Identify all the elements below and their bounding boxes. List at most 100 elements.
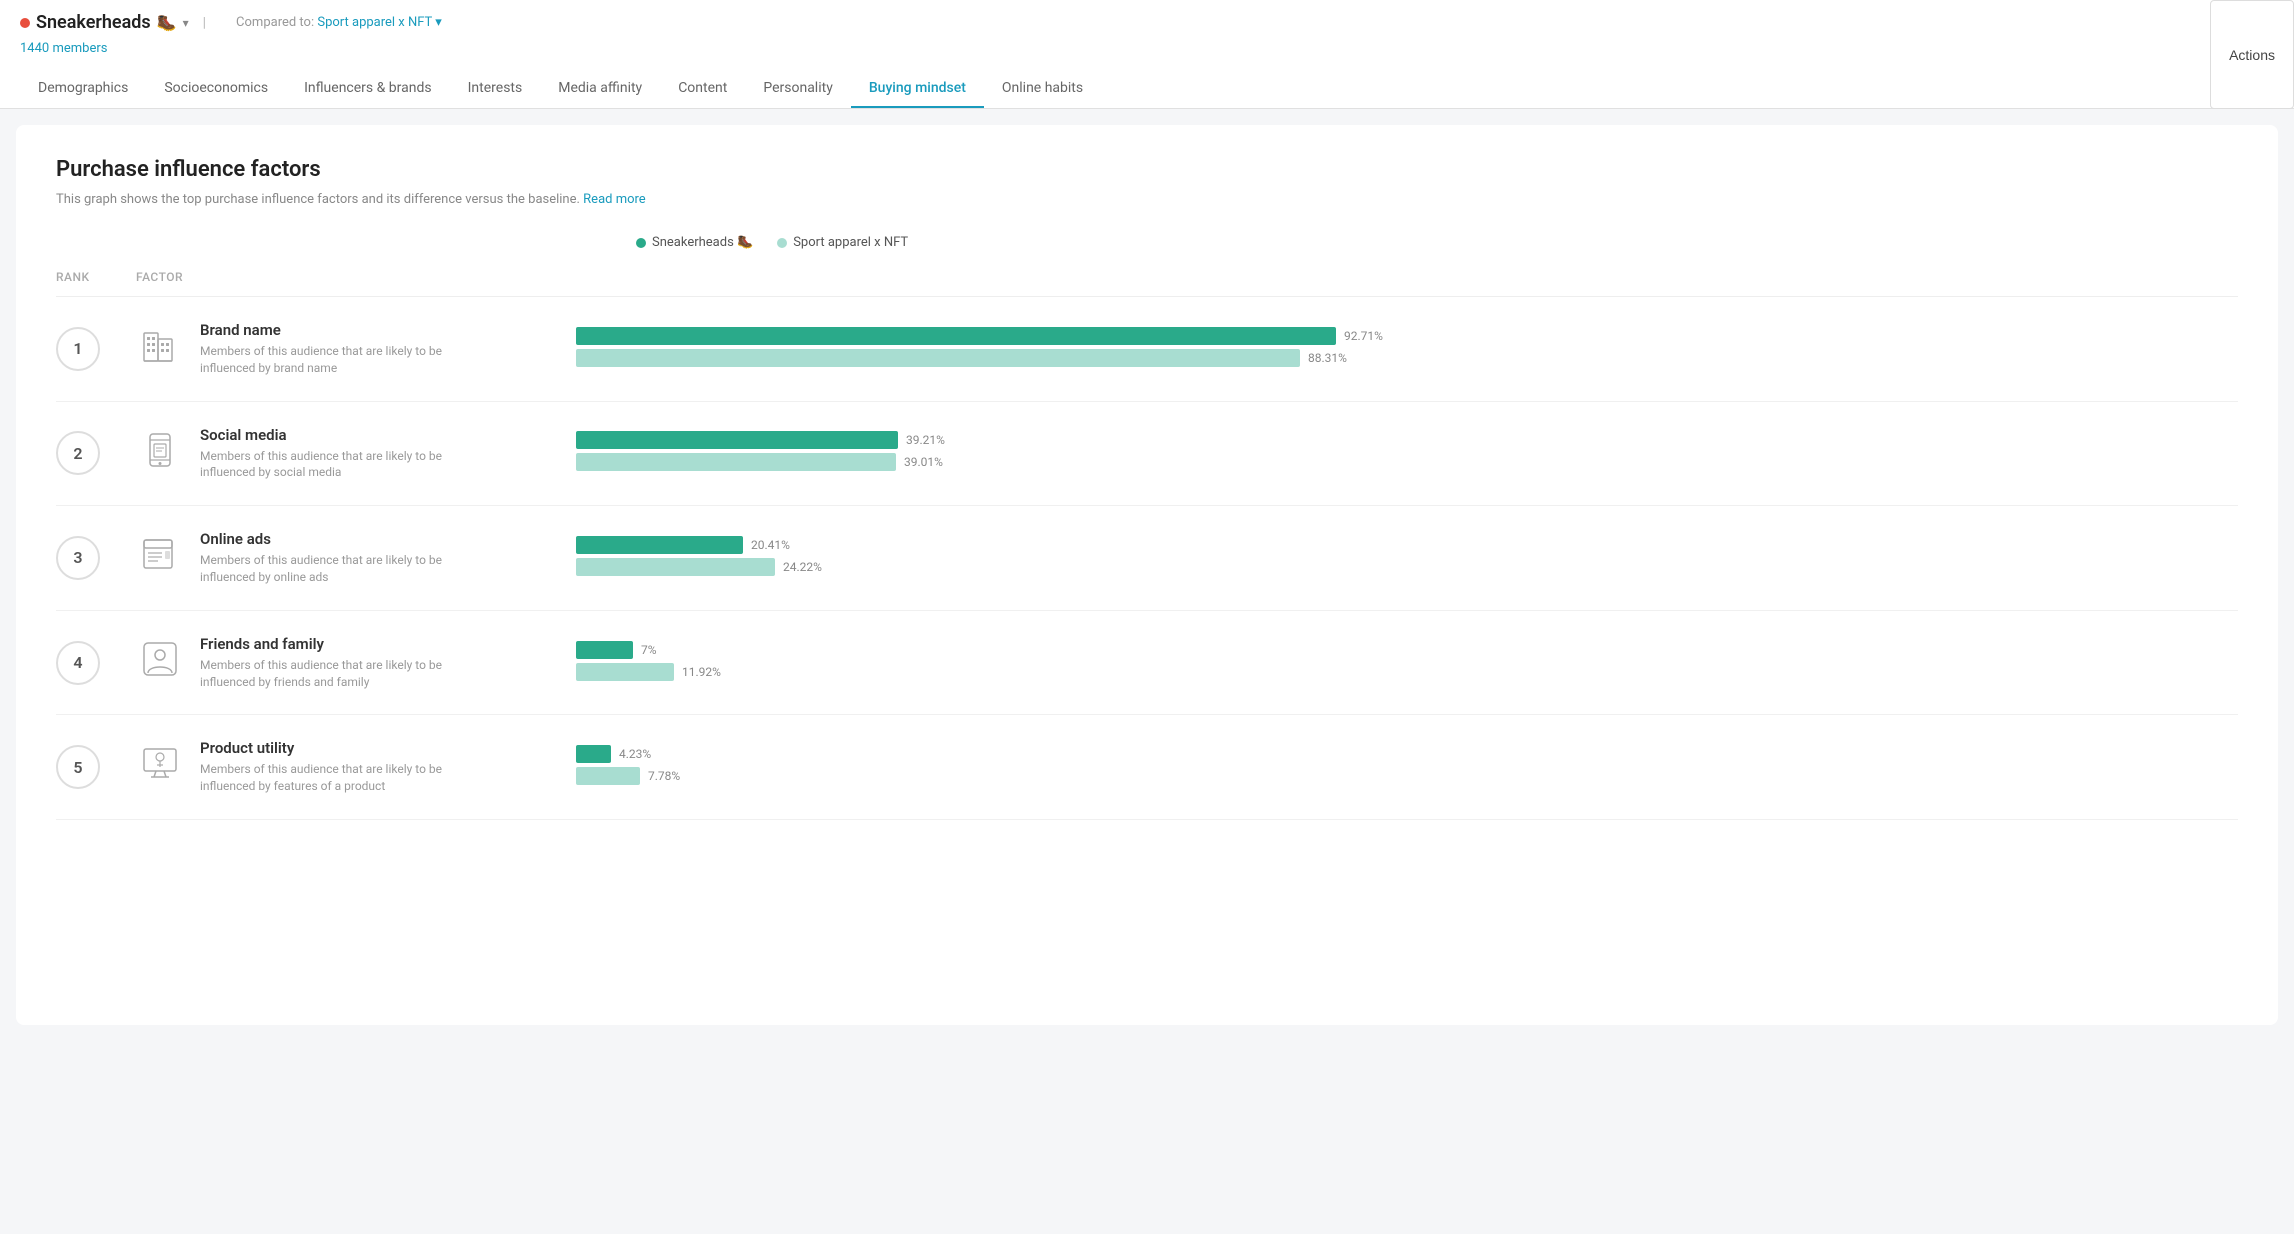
factor-row-2: 2 Social media Members of this audience … xyxy=(56,402,2238,507)
section-title: Purchase influence factors xyxy=(56,157,2238,182)
bars-area-5: 4.23% 7.78% xyxy=(556,745,2238,789)
factor-description-3: Members of this audience that are likely… xyxy=(200,552,500,586)
factor-row-1: 1 Brand name Members of this audience th… xyxy=(56,297,2238,402)
tab-content[interactable]: Content xyxy=(660,70,745,108)
rank-col-header: Rank xyxy=(56,270,136,284)
primary-bar-4 xyxy=(576,641,633,659)
bars-area-3: 20.41% 24.22% xyxy=(556,536,2238,580)
primary-bar-5 xyxy=(576,745,611,763)
factor-name-1: Brand name xyxy=(200,321,500,339)
primary-bar-1 xyxy=(576,327,1336,345)
factors-list: 1 Brand name Members of this audience th… xyxy=(56,297,2238,820)
secondary-bar-3 xyxy=(576,558,775,576)
tab-personality[interactable]: Personality xyxy=(745,70,850,108)
bars-area-1: 92.71% 88.31% xyxy=(556,327,2238,371)
audience-icon: 🥾 xyxy=(157,13,177,32)
factor-icon-4 xyxy=(136,635,184,683)
primary-bar-label-1: 92.71% xyxy=(1344,329,1383,343)
factor-text-1: Brand name Members of this audience that… xyxy=(200,321,500,377)
main-content: Purchase influence factors This graph sh… xyxy=(16,125,2278,1025)
factor-name-4: Friends and family xyxy=(200,635,500,653)
factor-info-4: Friends and family Members of this audie… xyxy=(136,635,556,691)
tab-influencers[interactable]: Influencers & brands xyxy=(286,70,450,108)
secondary-bar-row-1: 88.31% xyxy=(576,349,2238,367)
factor-description-2: Members of this audience that are likely… xyxy=(200,448,500,482)
compared-to-label: Compared to: Sport apparel x NFT ▾ xyxy=(236,15,442,30)
secondary-bar-row-2: 39.01% xyxy=(576,453,2238,471)
section-description: This graph shows the top purchase influe… xyxy=(56,192,2238,207)
factor-description-5: Members of this audience that are likely… xyxy=(200,761,500,795)
audience-status-dot xyxy=(20,18,30,28)
rank-number-2: 2 xyxy=(56,431,100,475)
compared-to-link[interactable]: Sport apparel x NFT ▾ xyxy=(317,15,441,30)
bars-area-4: 7% 11.92% xyxy=(556,641,2238,685)
factor-text-5: Product utility Members of this audience… xyxy=(200,739,500,795)
compared-dropdown-arrow[interactable]: ▾ xyxy=(435,15,442,30)
primary-bar-row-2: 39.21% xyxy=(576,431,2238,449)
members-count: 1440 members xyxy=(20,37,2274,66)
factor-icon-5 xyxy=(136,739,184,787)
primary-bar-3 xyxy=(576,536,743,554)
tab-media-affinity[interactable]: Media affinity xyxy=(540,70,660,108)
factor-description-1: Members of this audience that are likely… xyxy=(200,343,500,377)
tab-buying-mindset[interactable]: Buying mindset xyxy=(851,70,984,108)
chart-legend: Sneakerheads 🥾 Sport apparel x NFT xyxy=(636,235,2238,250)
secondary-bar-1 xyxy=(576,349,1300,367)
audience-name: Sneakerheads xyxy=(36,12,151,33)
tab-socioeconomics[interactable]: Socioeconomics xyxy=(146,70,286,108)
secondary-bar-row-3: 24.22% xyxy=(576,558,2238,576)
bars-area-2: 39.21% 39.01% xyxy=(556,431,2238,475)
factor-description-4: Members of this audience that are likely… xyxy=(200,657,500,691)
actions-button[interactable]: Actions xyxy=(2210,0,2294,109)
primary-bar-row-1: 92.71% xyxy=(576,327,2238,345)
secondary-bar-2 xyxy=(576,453,896,471)
factor-text-2: Social media Members of this audience th… xyxy=(200,426,500,482)
factor-text-4: Friends and family Members of this audie… xyxy=(200,635,500,691)
factor-row-4: 4 Friends and family Members of this aud… xyxy=(56,611,2238,716)
secondary-bar-label-2: 39.01% xyxy=(904,455,943,469)
factor-icon-1 xyxy=(136,321,184,369)
secondary-bar-label-5: 7.78% xyxy=(648,769,680,783)
factor-text-3: Online ads Members of this audience that… xyxy=(200,530,500,586)
secondary-bar-4 xyxy=(576,663,674,681)
primary-bar-label-2: 39.21% xyxy=(906,433,945,447)
legend-secondary: Sport apparel x NFT xyxy=(777,235,908,250)
factor-icon-2 xyxy=(136,426,184,474)
primary-bar-row-5: 4.23% xyxy=(576,745,2238,763)
primary-bar-row-3: 20.41% xyxy=(576,536,2238,554)
secondary-bar-row-5: 7.78% xyxy=(576,767,2238,785)
legend-primary-dot xyxy=(636,238,646,248)
audience-dropdown[interactable]: ▾ xyxy=(183,16,189,30)
factor-info-1: Brand name Members of this audience that… xyxy=(136,321,556,377)
factor-name-5: Product utility xyxy=(200,739,500,757)
legend-secondary-label: Sport apparel x NFT xyxy=(793,235,908,250)
tab-online-habits[interactable]: Online habits xyxy=(984,70,1101,108)
nav-tabs: DemographicsSocioeconomicsInfluencers & … xyxy=(20,66,2274,108)
primary-bar-row-4: 7% xyxy=(576,641,2238,659)
factor-info-3: Online ads Members of this audience that… xyxy=(136,530,556,586)
primary-bar-label-4: 7% xyxy=(641,643,657,657)
rank-number-4: 4 xyxy=(56,641,100,685)
rank-number-1: 1 xyxy=(56,327,100,371)
read-more-link[interactable]: Read more xyxy=(583,192,646,207)
factor-icon-3 xyxy=(136,530,184,578)
primary-bar-2 xyxy=(576,431,898,449)
factor-row-3: 3 Online ads Members of this audience th… xyxy=(56,506,2238,611)
secondary-bar-label-3: 24.22% xyxy=(783,560,822,574)
primary-bar-label-3: 20.41% xyxy=(751,538,790,552)
secondary-bar-row-4: 11.92% xyxy=(576,663,2238,681)
factor-info-2: Social media Members of this audience th… xyxy=(136,426,556,482)
secondary-bar-label-4: 11.92% xyxy=(682,665,721,679)
tab-interests[interactable]: Interests xyxy=(450,70,541,108)
factor-name-3: Online ads xyxy=(200,530,500,548)
legend-primary-label: Sneakerheads 🥾 xyxy=(652,235,753,250)
primary-bar-label-5: 4.23% xyxy=(619,747,651,761)
secondary-bar-5 xyxy=(576,767,640,785)
rank-number-5: 5 xyxy=(56,745,100,789)
factor-row-5: 5 Product utility Members of this audien… xyxy=(56,715,2238,820)
legend-primary: Sneakerheads 🥾 xyxy=(636,235,753,250)
secondary-bar-label-1: 88.31% xyxy=(1308,351,1347,365)
tab-demographics[interactable]: Demographics xyxy=(20,70,146,108)
factor-info-5: Product utility Members of this audience… xyxy=(136,739,556,795)
factor-name-2: Social media xyxy=(200,426,500,444)
